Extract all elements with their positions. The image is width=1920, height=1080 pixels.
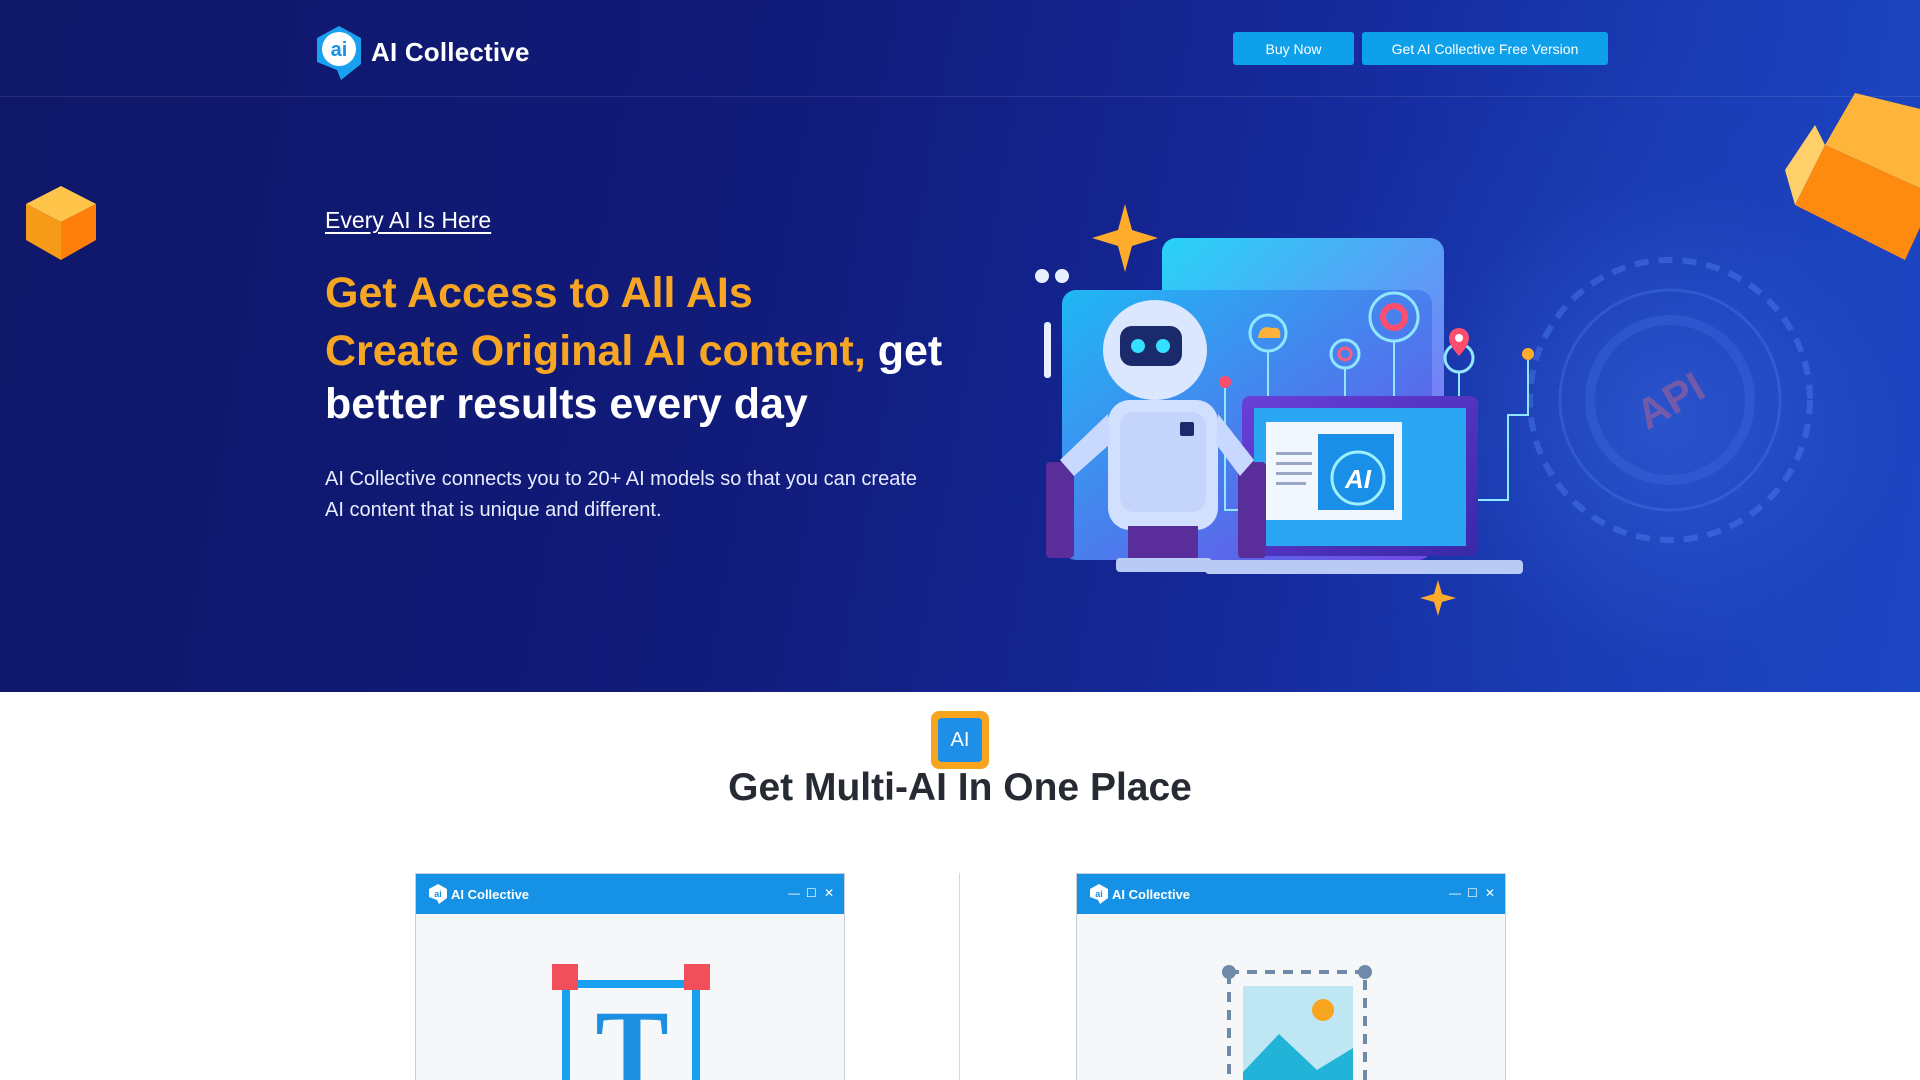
free-version-button[interactable]: Get AI Collective Free Version <box>1362 32 1608 65</box>
hero-headline: Get Access to All AIs Create Original AI… <box>325 265 965 431</box>
headline-line-1: Get Access to All AIs <box>325 269 753 317</box>
robot-laptop-illustration: AI <box>1035 204 1534 616</box>
window-logo-glyph: ai <box>1095 889 1103 899</box>
orange-cube-decoration <box>26 186 96 260</box>
ai-badge-icon: AI <box>931 711 989 769</box>
window-body <box>1077 914 1505 1080</box>
window-controls: — ☐ ✕ <box>788 886 834 900</box>
window-title-bar: ai AI Collective — ☐ ✕ <box>1077 874 1505 914</box>
window-controls: — ☐ ✕ <box>1449 886 1495 900</box>
brand-logo[interactable]: ai AI Collective <box>311 22 530 82</box>
logo-glyph: ai <box>331 39 348 61</box>
headline-orange-part: Create Original AI content, <box>325 327 866 375</box>
ai-badge-label: AI <box>938 718 982 762</box>
window-logo-glyph: ai <box>434 889 442 899</box>
illustration-screen-label: AI <box>1344 464 1372 494</box>
close-icon[interactable]: ✕ <box>824 886 834 900</box>
window-title-bar: ai AI Collective — ☐ ✕ <box>416 874 844 914</box>
section-title: Get Multi-AI In One Place <box>728 766 1192 809</box>
column-divider <box>959 873 960 1080</box>
api-background-text: API <box>1628 363 1712 439</box>
hero-description: AI Collective connects you to 20+ AI mod… <box>325 468 918 521</box>
text-icon: T <box>552 964 710 1080</box>
text-icon-letter: T <box>595 988 668 1080</box>
ai-logo-icon: ai <box>429 884 447 904</box>
brand-name: AI Collective <box>371 36 530 67</box>
window-body: T <box>416 914 844 1080</box>
minimize-icon[interactable]: — <box>1449 886 1461 900</box>
orange-cube-large-decoration <box>1785 93 1920 260</box>
minimize-icon[interactable]: — <box>788 886 800 900</box>
maximize-icon[interactable]: ☐ <box>1467 886 1478 900</box>
buy-now-button[interactable]: Buy Now <box>1233 32 1354 65</box>
ai-logo-icon: ai <box>317 26 361 80</box>
image-ai-window[interactable]: ai AI Collective — ☐ ✕ <box>1076 873 1506 1080</box>
image-icon <box>1222 965 1372 1080</box>
top-navigation-bar: ai AI Collective Buy Now Get AI Collecti… <box>0 0 1920 97</box>
window-title: AI Collective <box>1112 886 1191 902</box>
tagline-link[interactable]: Every AI Is Here <box>325 207 491 234</box>
text-ai-window[interactable]: ai AI Collective — ☐ ✕ T <box>415 873 845 1080</box>
close-icon[interactable]: ✕ <box>1485 886 1495 900</box>
maximize-icon[interactable]: ☐ <box>806 886 817 900</box>
window-title: AI Collective <box>451 886 530 902</box>
ai-logo-icon: ai <box>1090 884 1108 904</box>
hero-section: API ai AI Collective Buy Now Get AI Coll… <box>0 0 1920 692</box>
headline-line-2: Create Original AI content, get better r… <box>325 325 965 431</box>
